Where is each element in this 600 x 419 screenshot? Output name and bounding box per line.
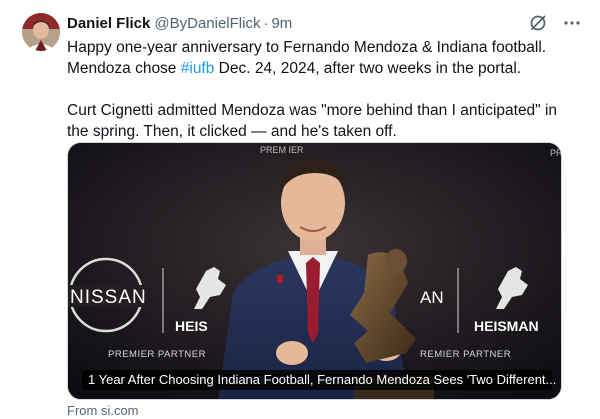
author-name[interactable]: Daniel Flick (67, 15, 150, 32)
tweet-line-2: Mendoza chose #iufb Dec. 24, 2024, after… (67, 58, 567, 79)
nissan-logo-text: NISSAN (70, 287, 147, 308)
backdrop-top-text: PREM IER (260, 145, 304, 155)
backdrop-heisman-right: HEISMAN (474, 318, 539, 334)
tweet-line-2-end: Dec. 24, 2024, after two weeks in the po… (214, 60, 522, 77)
tweet-text: Happy one-year anniversary to Fernando M… (67, 37, 567, 142)
backdrop-top-right-text: PR (550, 148, 562, 158)
card-image: PREM IER PR NISSAN HEIS PREMIER PARTNER … (68, 143, 562, 399)
tweet-line-2-start: Mendoza chose (67, 60, 181, 77)
avatar[interactable] (22, 13, 60, 51)
tweet-actions (528, 12, 582, 34)
card-source[interactable]: From si.com (67, 403, 139, 418)
tweet-header: Daniel Flick @ByDanielFlick · 9m (67, 12, 292, 34)
separator-dot: · (263, 14, 269, 32)
hashtag-link[interactable]: #iufb (181, 60, 215, 77)
backdrop-an-text: AN (420, 288, 444, 307)
more-icon[interactable] (562, 13, 582, 33)
backdrop-heisman-left: HEIS (175, 318, 208, 334)
tweet-line-1: Happy one-year anniversary to Fernando M… (67, 39, 547, 56)
avatar-image (22, 13, 60, 51)
grok-icon[interactable] (528, 13, 548, 33)
tweet-line-3: Curt Cignetti admitted Mendoza was "more… (67, 102, 558, 119)
timestamp[interactable]: 9m (271, 15, 292, 32)
author-handle[interactable]: @ByDanielFlick (154, 15, 260, 32)
tweet[interactable]: Daniel Flick @ByDanielFlick · 9m Happy o… (0, 0, 600, 419)
card-caption[interactable]: 1 Year After Choosing Indiana Football, … (82, 370, 556, 390)
backdrop-partner-left: PREMIER PARTNER (108, 349, 206, 360)
backdrop-partner-right: REMIER PARTNER (420, 349, 511, 360)
tweet-line-4: the spring. Then, it clicked — and he's … (67, 123, 397, 140)
link-card[interactable]: PREM IER PR NISSAN HEIS PREMIER PARTNER … (67, 142, 562, 400)
